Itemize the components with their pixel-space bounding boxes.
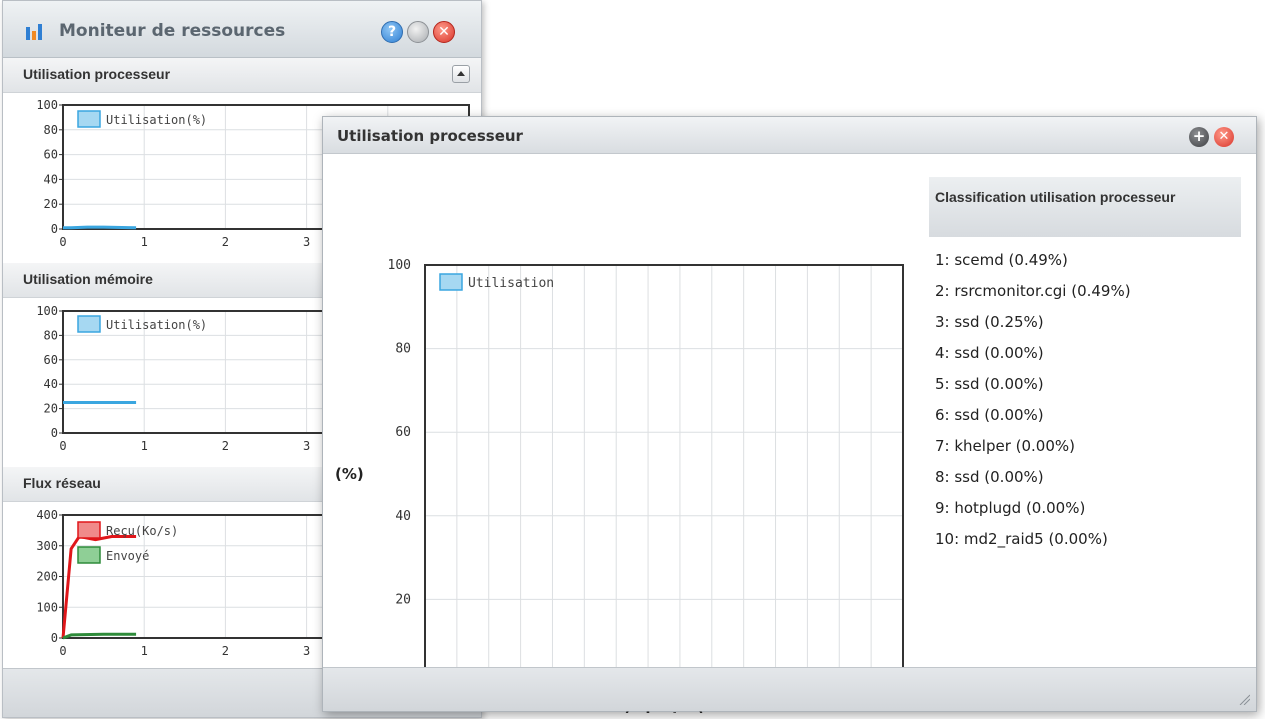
cpu-detail-title: Utilisation processeur [337,127,523,145]
x-tick-label: 3 [303,644,310,658]
legend-swatch [77,521,101,539]
expand-button[interactable]: + [1189,127,1209,147]
cpu-detail-status-bar [323,667,1256,711]
legend-swatch [439,273,463,291]
ranking-header: Classification utilisation processeur [929,177,1241,237]
list-item: 6: ssd (0.00%) [935,406,1044,424]
y-tick-label: 200 [36,570,58,584]
legend-label: Envoyé [106,549,149,563]
close-detail-button[interactable]: ✕ [1214,127,1234,147]
list-item: 7: khelper (0.00%) [935,437,1075,455]
plot-frame [424,264,904,684]
resize-grip-icon[interactable] [1238,693,1250,705]
y-tick-label: 20 [395,592,411,607]
legend-label: Utilisation [468,276,554,291]
cpu-detail-titlebar[interactable]: Utilisation processeur + ✕ [323,117,1256,154]
cpu-detail-window: Utilisation processeur + ✕ 0204060801000… [322,116,1257,713]
y-tick-label: 40 [395,509,411,524]
list-item: 1: scemd (0.49%) [935,251,1068,269]
legend-swatch [77,546,101,564]
list-item: 10: md2_raid5 (0.00%) [935,530,1108,548]
cpu-main-chart: 0204060801000123456789101112131415(%)(mi… [335,258,911,713]
x-tick-label: 0 [59,644,66,658]
y-tick-label: 0 [51,631,58,645]
process-ranking-list: 1: scemd (0.49%) 2: rsrcmonitor.cgi (0.4… [935,251,1131,561]
x-tick-label: 2 [222,644,229,658]
y-axis-label: (%) [335,465,364,483]
y-tick-label: 80 [395,342,411,357]
y-tick-label: 100 [388,258,411,273]
y-tick-label: 400 [36,508,58,522]
legend-label: Reçu(Ko/s) [106,524,178,538]
list-item: 9: hotplugd (0.00%) [935,499,1086,517]
list-item: 8: ssd (0.00%) [935,468,1044,486]
list-item: 4: ssd (0.00%) [935,344,1044,362]
list-item: 3: ssd (0.25%) [935,313,1044,331]
y-tick-label: 100 [36,600,58,614]
x-tick-label: 1 [141,644,148,658]
list-item: 2: rsrcmonitor.cgi (0.49%) [935,282,1131,300]
ranking-title: Classification utilisation processeur [935,189,1176,205]
list-item: 5: ssd (0.00%) [935,375,1044,393]
y-tick-label: 300 [36,539,58,553]
y-tick-label: 60 [395,425,411,440]
